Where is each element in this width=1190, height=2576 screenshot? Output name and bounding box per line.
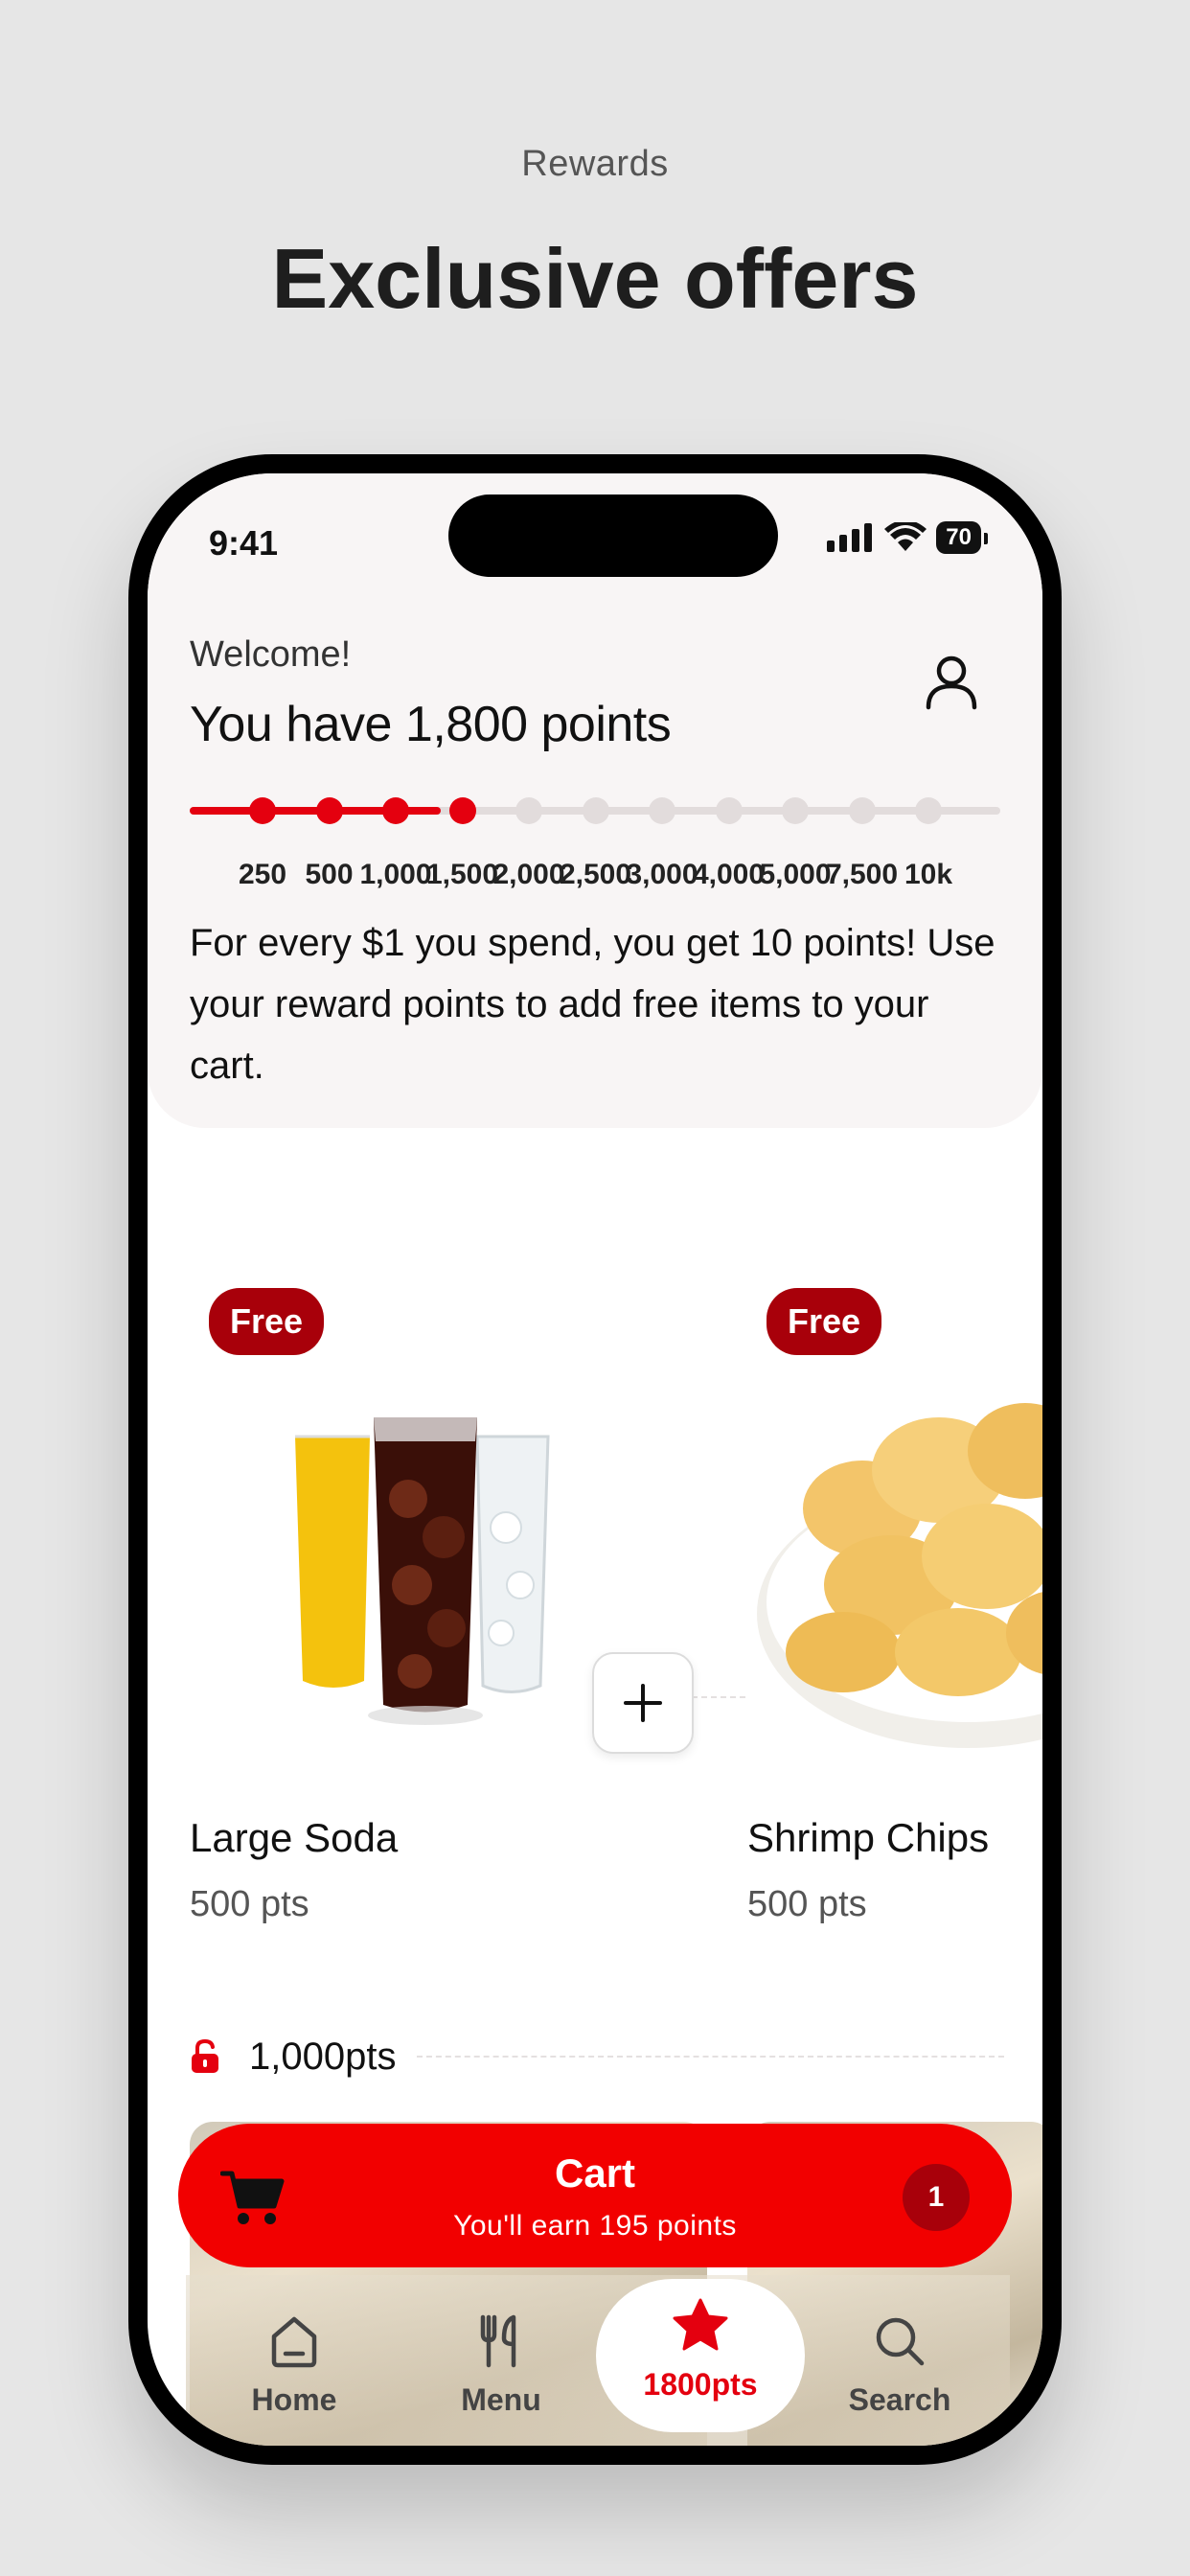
section-header-1000: 1,000pts	[190, 2033, 1004, 2081]
battery-indicator: 70	[936, 521, 988, 554]
milestone-dot	[715, 797, 743, 824]
milestone-label: 500	[305, 859, 354, 890]
home-icon	[271, 2316, 317, 2368]
product-name: Large Soda	[190, 1815, 399, 1860]
milestone-label: 7,500	[825, 859, 899, 890]
tab-bar: Home Menu 1800pts Search	[186, 2275, 1010, 2446]
milestone-label: 10k	[904, 859, 953, 890]
cart-bar[interactable]: Cart You'll earn 195 points 1	[178, 2124, 1012, 2267]
page-headline: Exclusive offers	[271, 231, 919, 326]
milestone-dot	[582, 797, 609, 824]
welcome-text: Welcome!	[190, 634, 352, 675]
product-card-large-soda[interactable]: Free Large Soda 500 pts	[190, 1288, 694, 1924]
free-badge: Free	[209, 1288, 325, 1355]
unlock-icon	[192, 2038, 218, 2073]
person-icon[interactable]	[922, 652, 981, 711]
tab-search[interactable]: Search	[799, 2294, 1000, 2446]
cart-title: Cart	[554, 2150, 636, 2196]
tab-rewards[interactable]: 1800pts	[596, 2279, 805, 2432]
tab-label: Menu	[461, 2382, 541, 2417]
milestone-label: 1,000	[359, 859, 432, 890]
product-card-shrimp-chips[interactable]: Free Shrimp Chips 500 pts	[747, 1288, 1042, 1924]
phone-screen: 9:41 70 Welcome! You have 1,800 points 2…	[148, 473, 1042, 2446]
product-points: 500 pts	[190, 1884, 309, 1924]
tab-home[interactable]: Home	[194, 2294, 395, 2446]
add-to-cart-button[interactable]	[592, 1652, 694, 1754]
milestone-dot	[249, 797, 276, 824]
milestone-label: 1,500	[425, 859, 499, 890]
milestone-dot	[515, 797, 542, 824]
free-badge: Free	[767, 1288, 882, 1355]
star-icon	[673, 2298, 728, 2351]
dynamic-island	[448, 494, 778, 577]
milestone-dot	[448, 797, 476, 824]
milestone-label: 2,500	[559, 859, 632, 890]
milestone-dot	[649, 797, 675, 824]
section-label: 1,000pts	[249, 2035, 397, 2078]
points-balance: You have 1,800 points	[190, 697, 672, 752]
tab-label: Search	[848, 2382, 951, 2417]
milestone-label: 2,000	[492, 859, 565, 890]
search-icon	[876, 2317, 925, 2366]
utensils-icon	[480, 2314, 516, 2368]
tab-menu[interactable]: Menu	[400, 2294, 602, 2446]
points-progress-track	[190, 797, 1000, 824]
wifi-icon	[884, 522, 927, 551]
section-divider	[417, 2056, 1004, 2058]
plus-icon	[624, 1684, 662, 1722]
milestone-dot	[315, 797, 343, 824]
milestone-label: 3,000	[626, 859, 698, 890]
milestone-label: 5,000	[759, 859, 832, 890]
status-time: 9:41	[209, 523, 279, 563]
chips-bowl-image	[747, 1298, 1042, 1796]
tab-label: 1800pts	[643, 2367, 758, 2402]
tab-label: Home	[251, 2382, 337, 2417]
product-points: 500 pts	[747, 1884, 867, 1924]
milestone-label: 4,000	[692, 859, 766, 890]
status-indicators: 70	[827, 521, 988, 554]
page-kicker: Rewards	[521, 144, 669, 184]
milestone-label: 250	[238, 859, 287, 890]
phone-frame: 9:41 70 Welcome! You have 1,800 points 2…	[128, 454, 1062, 2465]
rewards-info-text: For every $1 you spend, you get 10 point…	[190, 922, 995, 1087]
product-name: Shrimp Chips	[747, 1815, 990, 1860]
cart-count-badge: 1	[903, 2164, 970, 2231]
milestone-dot	[915, 797, 942, 824]
milestone-dot	[382, 797, 409, 824]
cart-earn-points: You'll earn 195 points	[453, 2210, 737, 2242]
signal-icon	[827, 523, 873, 552]
milestone-dot	[782, 797, 809, 824]
milestone-dot	[848, 797, 876, 824]
